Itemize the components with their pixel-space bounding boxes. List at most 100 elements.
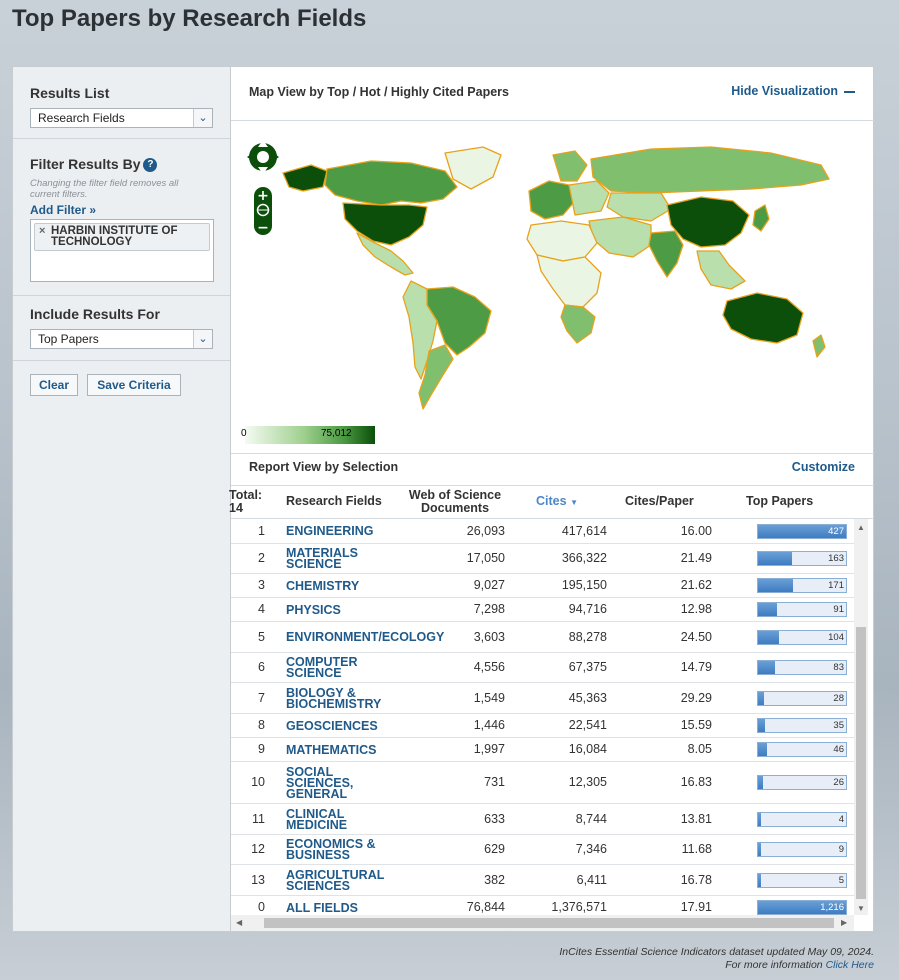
table-row: 9 MATHEMATICS 1,997 16,084 8.05 46 (231, 738, 854, 762)
map-region-alaska (282, 164, 328, 192)
row-field-link[interactable]: ENGINEERING (286, 525, 401, 538)
row-field-link[interactable]: ECONOMICS & BUSINESS (286, 838, 401, 862)
total-header: Total: 14 (229, 489, 262, 515)
row-field-link[interactable]: ENVIRONMENT/ECOLOGY (286, 631, 444, 644)
map-region-europe-east (568, 180, 610, 216)
map-region-africa-central (536, 254, 602, 308)
help-icon[interactable]: ? (143, 158, 158, 173)
map-region-new-zealand (812, 334, 826, 358)
top-papers-bar-fill (758, 691, 764, 705)
vertical-scroll-thumb[interactable] (856, 627, 866, 899)
map-region-japan (752, 204, 770, 232)
row-field-link[interactable]: PHYSICS (286, 603, 401, 616)
top-papers-header[interactable]: Top Papers (746, 495, 813, 508)
row-rank: 5 (258, 629, 265, 644)
map-region-russia (590, 146, 830, 194)
row-cites-per-paper: 13.81 (680, 811, 712, 826)
map-zoom-controls[interactable]: + − (247, 135, 280, 238)
row-docs: 382 (484, 872, 505, 887)
row-cites-per-paper: 16.00 (680, 523, 712, 538)
row-rank: 10 (251, 775, 265, 789)
close-icon[interactable]: × (39, 226, 45, 237)
row-cites: 8,744 (575, 811, 607, 826)
top-papers-value: 26 (833, 777, 844, 788)
row-rank: 3 (258, 578, 265, 592)
include-select[interactable]: Top Papers ⌄ (30, 329, 213, 349)
chevron-down-icon[interactable]: ⌄ (193, 330, 212, 348)
clear-button[interactable]: Clear (30, 374, 78, 396)
table-row: 8 GEOSCIENCES 1,446 22,541 15.59 35 (231, 714, 854, 738)
top-papers-bar: 427 (757, 523, 847, 539)
results-list-heading: Results List (30, 85, 110, 101)
top-papers-bar: 4 (757, 811, 847, 827)
row-field-link[interactable]: CHEMISTRY (286, 579, 401, 592)
map-region-scandinavia (552, 150, 588, 182)
row-field-link[interactable]: GEOSCIENCES (286, 719, 401, 732)
row-cites: 1,376,571 (551, 900, 607, 914)
hide-visualization-link[interactable]: Hide Visualization (731, 84, 855, 98)
horizontal-scrollbar[interactable]: ◀ ▶ (231, 915, 854, 931)
add-filter-link[interactable]: Add Filter » (30, 203, 230, 217)
top-papers-value: 4 (838, 813, 844, 825)
cpp-header[interactable]: Cites/Paper (625, 495, 694, 508)
scroll-up-icon[interactable]: ▲ (857, 523, 865, 532)
row-field-link[interactable]: CLINICAL MEDICINE (286, 807, 401, 831)
row-field-link[interactable]: BIOLOGY & BIOCHEMISTRY (286, 686, 401, 710)
row-cites: 67,375 (568, 660, 607, 674)
row-field-link[interactable]: SOCIAL SCIENCES, GENERAL (286, 765, 401, 800)
row-cites-per-paper: 16.78 (680, 872, 712, 887)
filter-heading-label: Filter Results By (30, 156, 141, 172)
top-papers-bar: 171 (757, 578, 847, 593)
top-papers-bar-fill (758, 776, 763, 789)
table-row: 1 ENGINEERING 26,093 417,614 16.00 427 (231, 519, 854, 544)
scroll-left-icon[interactable]: ◀ (236, 918, 242, 927)
vertical-scrollbar[interactable]: ▲ ▼ (854, 519, 868, 915)
top-papers-bar-fill (758, 552, 792, 565)
divider (231, 453, 874, 454)
include-value: Top Papers (38, 332, 99, 346)
chevron-down-icon[interactable]: ⌄ (193, 109, 212, 127)
scroll-right-icon[interactable]: ▶ (841, 918, 847, 927)
row-field-link[interactable]: ALL FIELDS (286, 901, 401, 914)
world-map[interactable] (231, 121, 874, 421)
top-papers-bar: 1,216 (757, 900, 847, 915)
top-papers-bar: 26 (757, 775, 847, 790)
filter-list: × HARBIN INSTITUTE OF TECHNOLOGY (30, 219, 214, 283)
map-region-canada (324, 160, 458, 206)
row-rank: 2 (258, 551, 265, 565)
row-cites-per-paper: 12.98 (680, 602, 712, 616)
cites-header[interactable]: Cites ▼ (536, 495, 578, 509)
top-papers-value: 171 (828, 580, 844, 591)
horizontal-scroll-thumb[interactable] (264, 918, 834, 928)
field-header[interactable]: Research Fields (286, 495, 382, 508)
row-field-link[interactable]: COMPUTER SCIENCE (286, 656, 401, 680)
scroll-down-icon[interactable]: ▼ (857, 904, 865, 913)
row-field-link[interactable]: AGRICULTURAL SCIENCES (286, 868, 401, 892)
results-list-section: Results List Research Fields ⌄ (13, 67, 230, 139)
row-rank: 0 (258, 900, 265, 914)
map-region-south-africa (560, 304, 596, 344)
map-region-australia (722, 292, 804, 344)
click-here-link[interactable]: Click Here (826, 959, 874, 971)
pan-icon[interactable] (247, 140, 279, 174)
filter-heading: Filter Results By? (30, 156, 230, 173)
row-rank: 8 (258, 718, 265, 732)
top-papers-value: 83 (833, 662, 844, 673)
map-region-usa (342, 202, 428, 246)
row-docs: 17,050 (466, 551, 505, 565)
map-region-southeast-asia (696, 250, 746, 290)
minus-icon (844, 90, 855, 93)
top-papers-bar: 46 (757, 742, 847, 757)
row-docs: 1,997 (473, 742, 505, 756)
row-field-link[interactable]: MATERIALS SCIENCE (286, 547, 401, 571)
row-field-link[interactable]: MATHEMATICS (286, 743, 401, 756)
save-criteria-button[interactable]: Save Criteria (87, 374, 181, 396)
customize-link[interactable]: Customize (792, 460, 855, 474)
results-list-select[interactable]: Research Fields ⌄ (30, 108, 213, 128)
footer-info: For more information Click Here (559, 959, 874, 972)
map-legend: 0 75,012 (241, 424, 376, 444)
top-papers-bar: 35 (757, 718, 847, 733)
row-cites: 88,278 (568, 629, 607, 644)
top-papers-value: 9 (838, 844, 844, 855)
docs-header[interactable]: Web of Science Documents (405, 489, 505, 515)
